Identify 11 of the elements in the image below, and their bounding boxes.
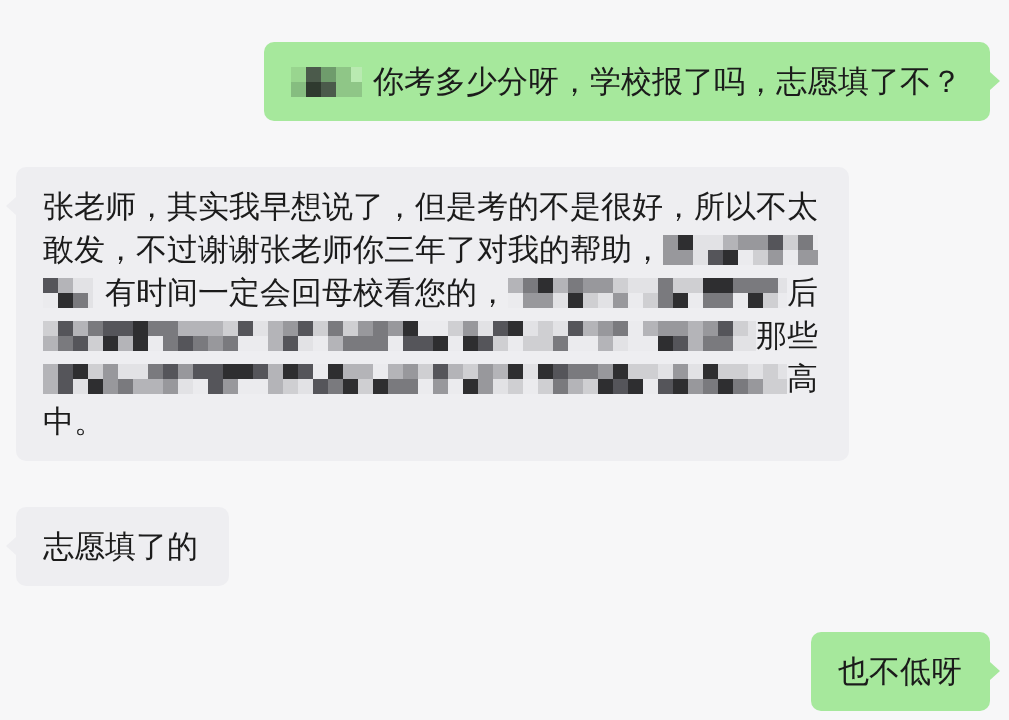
message-text: 张老师，其实我早想说了，但是考的不是很好，所以不太 [43, 187, 818, 226]
message-text: 后 [787, 273, 818, 312]
message-text: 敢发，不过谢谢张老师你三年了对我的帮助， [43, 230, 663, 269]
message-text: 也不低呀 [838, 652, 962, 691]
message-text: 高 [787, 359, 818, 398]
pixel-mosaic [43, 277, 93, 308]
message-text: 有时间一定会回母校看您的， [105, 273, 508, 312]
message-text: 志愿填了的 [43, 527, 198, 566]
message-text: 你考多少分呀，学校报了吗，志愿填了不？ [373, 62, 962, 101]
message-text: 中。 [43, 402, 105, 441]
message-text: 那些 [756, 316, 818, 355]
